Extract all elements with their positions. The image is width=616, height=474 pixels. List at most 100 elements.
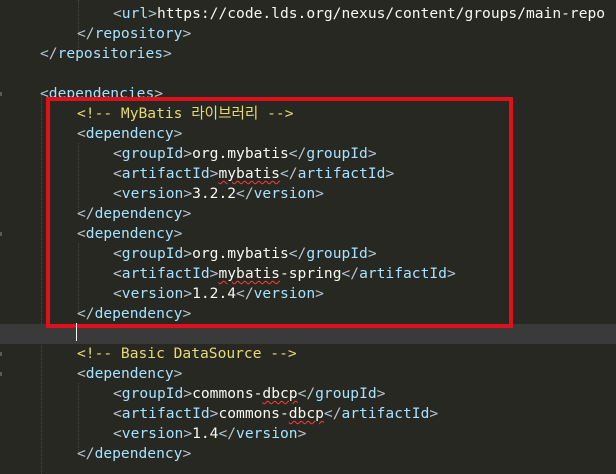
code-text: </dependency> xyxy=(77,444,191,464)
xml-bracket: </ xyxy=(77,445,95,462)
code-line[interactable]: <groupId>commons-dbcp</groupId> xyxy=(0,384,616,404)
xml-bracket: < xyxy=(40,85,49,102)
xml-text: 1.2.4 xyxy=(192,285,237,302)
code-line[interactable]: <url>https://code.lds.org/nexus/content/… xyxy=(0,4,616,24)
xml-text: dbcp xyxy=(288,405,324,422)
xml-bracket: > xyxy=(173,365,183,382)
xml-bracket: > xyxy=(183,385,193,402)
code-line[interactable]: <artifactId>commons-dbcp</artifactId> xyxy=(0,404,616,424)
xml-tag-name: version xyxy=(253,185,316,202)
fold-marker-icon[interactable] xyxy=(0,372,2,376)
code-line[interactable]: <dependency> xyxy=(0,224,616,244)
xml-bracket: </ xyxy=(40,45,58,62)
xml-tag-name: artifactId xyxy=(297,165,386,182)
xml-bracket: </ xyxy=(288,145,307,162)
xml-bracket: < xyxy=(113,285,122,302)
xml-tag-name: artifactId xyxy=(121,165,210,182)
fold-marker-icon[interactable] xyxy=(0,92,2,96)
xml-tag-name: dependency xyxy=(85,365,174,382)
xml-bracket: > xyxy=(183,185,193,202)
fold-marker-icon[interactable] xyxy=(0,352,2,356)
xml-bracket: < xyxy=(77,225,86,242)
code-line[interactable]: <groupId>org.mybatis</groupId> xyxy=(0,144,616,164)
xml-tag-name: version xyxy=(121,185,184,202)
code-line[interactable]: <dependencies> xyxy=(0,84,616,104)
xml-bracket: < xyxy=(113,145,122,162)
xml-bracket: > xyxy=(182,445,192,462)
xml-text: -spring xyxy=(279,265,342,282)
xml-bracket: > xyxy=(173,125,183,142)
code-line[interactable]: <version>3.2.2</version> xyxy=(0,184,616,204)
xml-tag-name: artifactId xyxy=(341,405,430,422)
xml-bracket: </ xyxy=(218,425,237,442)
xml-bracket: < xyxy=(113,185,122,202)
xml-bracket: < xyxy=(113,5,122,22)
code-editor[interactable]: <url>https://code.lds.org/nexus/content/… xyxy=(0,0,616,474)
xml-tag-name: groupId xyxy=(121,245,184,262)
xml-bracket: > xyxy=(163,45,172,62)
code-line[interactable]: <version>1.4</version> xyxy=(0,424,616,444)
code-line[interactable]: <dependency> xyxy=(0,364,616,384)
code-line[interactable]: </dependency> xyxy=(0,444,616,464)
xml-bracket: > xyxy=(148,5,157,22)
code-line[interactable]: </dependency> xyxy=(0,304,616,324)
xml-text: 3.2.2 xyxy=(192,185,237,202)
xml-bracket: </ xyxy=(236,285,254,302)
code-text: <dependencies> xyxy=(40,84,163,104)
xml-bracket: > xyxy=(376,385,386,402)
fold-marker-icon[interactable] xyxy=(0,232,2,236)
xml-text: mybatis xyxy=(218,165,280,182)
current-line[interactable] xyxy=(0,324,616,344)
code-line[interactable]: <!-- Basic DataSource --> xyxy=(0,344,616,364)
xml-bracket: > xyxy=(182,25,192,42)
xml-bracket: </ xyxy=(236,185,254,202)
xml-tag-name: dependency xyxy=(94,205,183,222)
xml-bracket: </ xyxy=(288,245,307,262)
code-text: </dependency> xyxy=(77,204,191,224)
code-text: <artifactId>commons-dbcp</artifactId> xyxy=(113,404,438,424)
xml-text: https://code.lds.org/nexus/content/group… xyxy=(156,5,606,22)
code-text: <version>1.4</version> xyxy=(113,424,306,444)
xml-bracket: </ xyxy=(323,405,342,422)
code-text: <version>1.2.4</version> xyxy=(113,284,324,304)
xml-tag-name: dependency xyxy=(94,305,183,322)
xml-tag-name: dependency xyxy=(85,125,174,142)
xml-text: commons- xyxy=(218,405,289,422)
xml-bracket: </ xyxy=(77,305,95,322)
xml-bracket: > xyxy=(183,425,193,442)
xml-bracket: > xyxy=(446,265,456,282)
code-line[interactable]: <groupId>org.mybatis</groupId> xyxy=(0,244,616,264)
code-line[interactable]: <!-- MyBatis 라이브러리 --> xyxy=(0,104,616,124)
xml-bracket: > xyxy=(183,145,193,162)
xml-bracket: > xyxy=(315,185,324,202)
xml-tag-name: version xyxy=(236,425,298,442)
code-line[interactable]: </dependency> xyxy=(0,204,616,224)
code-line[interactable]: </repository> xyxy=(0,24,616,44)
code-line[interactable]: <artifactId>mybatis-spring</artifactId> xyxy=(0,264,616,284)
xml-tag-name: groupId xyxy=(121,385,184,402)
code-text: <groupId>org.mybatis</groupId> xyxy=(113,144,377,164)
xml-bracket: > xyxy=(315,285,324,302)
code-text: </dependency> xyxy=(77,304,191,324)
xml-tag-name: groupId xyxy=(306,245,368,262)
xml-bracket: </ xyxy=(297,385,316,402)
code-line[interactable]: <artifactId>mybatis</artifactId> xyxy=(0,164,616,184)
xml-bracket: > xyxy=(385,165,395,182)
code-line[interactable] xyxy=(0,64,616,84)
xml-bracket: </ xyxy=(341,265,360,282)
xml-tag-name: dependencies xyxy=(48,85,155,102)
xml-comment: <!-- Basic DataSource --> xyxy=(77,345,297,362)
xml-bracket: > xyxy=(154,85,164,102)
code-line[interactable]: <dependency> xyxy=(0,124,616,144)
xml-text: org.mybatis xyxy=(192,145,289,162)
code-line[interactable]: <version>1.2.4</version> xyxy=(0,284,616,304)
code-line[interactable]: </repositories> xyxy=(0,44,616,64)
xml-bracket: > xyxy=(173,225,183,242)
xml-bracket: > xyxy=(182,305,192,322)
code-text: <dependency> xyxy=(77,224,182,244)
xml-bracket: > xyxy=(367,145,377,162)
xml-tag-name: version xyxy=(121,285,184,302)
code-text: </repositories> xyxy=(40,44,172,64)
xml-text: 1.4 xyxy=(192,425,219,442)
xml-tag-name: url xyxy=(121,5,149,22)
